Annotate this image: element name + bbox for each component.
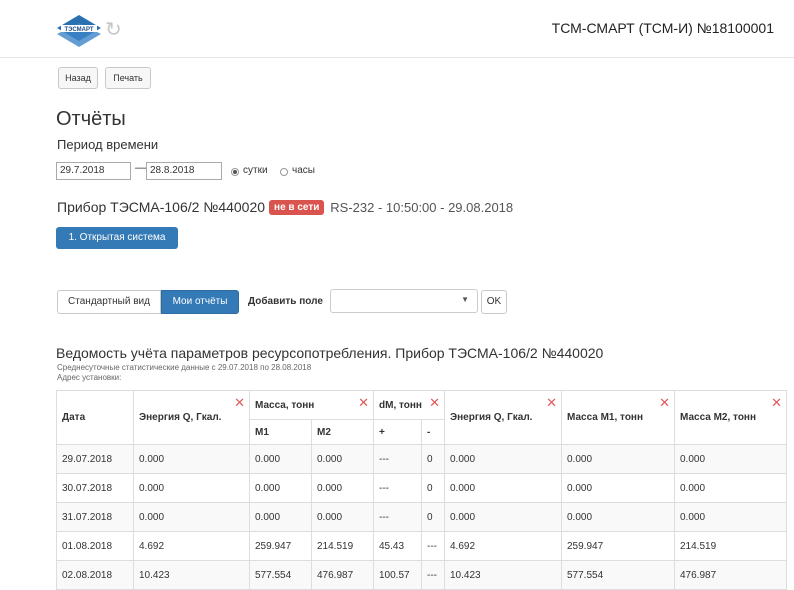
report-address: Адрес установки:: [57, 373, 122, 382]
table-cell: ---: [373, 473, 422, 503]
remove-column-icon[interactable]: ✕: [429, 396, 440, 409]
subheader-m2: M2: [311, 419, 374, 445]
table-cell: 0.000: [561, 502, 675, 532]
table-cell: 10.423: [133, 560, 250, 590]
col-header-mass-m1: Масса М1, тонн ✕: [561, 390, 675, 445]
table-cell: 214.519: [311, 531, 374, 561]
table-cell: 0.000: [444, 502, 562, 532]
header-divider: [0, 57, 794, 58]
table-cell: 0.000: [249, 473, 312, 503]
table-cell: 0.000: [444, 444, 562, 474]
ok-button[interactable]: OK: [481, 290, 507, 314]
remove-column-icon[interactable]: ✕: [546, 396, 557, 409]
remove-column-icon[interactable]: ✕: [771, 396, 782, 409]
date-to-input[interactable]: 28.8.2018: [146, 162, 222, 180]
open-system-button[interactable]: 1. Открытая система: [56, 227, 178, 249]
device-name: Прибор ТЭСМА-106/2 №440020: [57, 199, 266, 215]
table-cell: 577.554: [249, 560, 312, 590]
table-cell: ---: [373, 502, 422, 532]
table-row: 29.07.2018 0.000 0.000 0.000 --- 0 0.000 0.000 0…: [56, 444, 787, 474]
table-row: 01.08.2018 4.692 259.947 214.519 45.43 --- 4.6…: [56, 531, 787, 561]
col-header-date: Дата: [56, 390, 134, 445]
logo-text: ТЭСМАРТ: [64, 27, 93, 33]
table-cell: 0.000: [674, 444, 787, 474]
radio-day-label: сутки: [243, 165, 268, 176]
table-row: 30.07.2018 0.000 0.000 0.000 --- 0 0.000 0.000 0…: [56, 473, 787, 503]
table-cell: 0.000: [249, 502, 312, 532]
table-cell: 476.987: [311, 560, 374, 590]
table-cell: 0: [421, 502, 445, 532]
table-cell: 0.000: [311, 444, 374, 474]
table-cell: 0.000: [311, 473, 374, 503]
table-cell: 29.07.2018: [56, 444, 134, 474]
table-cell: 0.000: [444, 473, 562, 503]
table-cell: 0.000: [133, 473, 250, 503]
col-header-dm: dM, тонн ✕: [373, 390, 445, 420]
table-cell: 0.000: [133, 502, 250, 532]
table-cell: ---: [421, 560, 445, 590]
add-field-label: Добавить поле: [248, 296, 323, 307]
table-cell: 02.08.2018: [56, 560, 134, 590]
table-cell: 0: [421, 473, 445, 503]
col-header-mass-m2: Масса М2, тонн ✕: [674, 390, 787, 445]
connection-info: RS-232 - 10:50:00 - 29.08.2018: [330, 200, 514, 215]
table-cell: ---: [373, 444, 422, 474]
logo: ТЭСМАРТ: [55, 14, 103, 48]
table-cell: 259.947: [249, 531, 312, 561]
table-cell: 01.08.2018: [56, 531, 134, 561]
subheader-plus: +: [373, 419, 422, 445]
table-cell: 100.57: [373, 560, 422, 590]
my-reports-button[interactable]: Мои отчёты: [161, 290, 239, 314]
table-cell: 0.000: [674, 502, 787, 532]
table-cell: 31.07.2018: [56, 502, 134, 532]
add-field-select[interactable]: ▼: [330, 289, 478, 313]
table-cell: 0.000: [561, 473, 675, 503]
table-cell: 10.423: [444, 560, 562, 590]
radio-hour-label: часы: [292, 165, 315, 176]
status-badge: не в сети: [269, 200, 325, 215]
table-cell: 0: [421, 444, 445, 474]
remove-column-icon[interactable]: ✕: [659, 396, 670, 409]
period-label: Период времени: [57, 137, 159, 152]
table-body: 29.07.2018 0.000 0.000 0.000 --- 0 0.000 0.000 0…: [56, 444, 787, 590]
subheader-minus: -: [421, 419, 445, 445]
standard-view-button[interactable]: Стандартный вид: [57, 290, 161, 314]
refresh-icon[interactable]: ↻: [105, 19, 127, 41]
table-cell: 0.000: [561, 444, 675, 474]
report-table: Дата Энергия Q, Гкал. ✕ Масса, тонн ✕ dM, …: [56, 390, 787, 590]
table-cell: 0.000: [674, 473, 787, 503]
back-button[interactable]: Назад: [58, 67, 98, 89]
radio-day[interactable]: [231, 168, 239, 176]
table-cell: 259.947: [561, 531, 675, 561]
table-cell: 0.000: [133, 444, 250, 474]
report-subtitle: Среднесуточные статистические данные с 2…: [57, 363, 312, 372]
radio-hour[interactable]: [280, 168, 288, 176]
device-line: Прибор ТЭСМА-106/2 №440020 не в сети RS-2…: [57, 199, 513, 215]
date-from-input[interactable]: 29.7.2018: [56, 162, 131, 180]
table-cell: 45.43: [373, 531, 422, 561]
subheader-m1: M1: [249, 419, 312, 445]
table-cell: 0.000: [311, 502, 374, 532]
table-cell: 30.07.2018: [56, 473, 134, 503]
device-title: ТСМ-СМАРТ (ТСМ-И) №18100001: [551, 20, 774, 36]
table-cell: ---: [421, 531, 445, 561]
table-cell: 4.692: [444, 531, 562, 561]
col-header-energy-2: Энергия Q, Гкал. ✕: [444, 390, 562, 445]
table-cell: 214.519: [674, 531, 787, 561]
table-cell: 577.554: [561, 560, 675, 590]
table-cell: 476.987: [674, 560, 787, 590]
table-cell: 0.000: [249, 444, 312, 474]
table-cell: 4.692: [133, 531, 250, 561]
chevron-down-icon: ▼: [461, 295, 469, 304]
remove-column-icon[interactable]: ✕: [358, 396, 369, 409]
page-title: Отчёты: [56, 108, 126, 130]
report-title: Ведомость учёта параметров ресурсопотреб…: [56, 345, 604, 361]
col-header-energy: Энергия Q, Гкал. ✕: [133, 390, 250, 445]
table-row: 31.07.2018 0.000 0.000 0.000 --- 0 0.000 0.000 0…: [56, 502, 787, 532]
table-row: 02.08.2018 10.423 577.554 476.987 100.57 --- 1…: [56, 560, 787, 590]
print-button[interactable]: Печать: [105, 67, 151, 89]
date-range-dash: —: [135, 162, 146, 174]
col-header-mass: Масса, тонн ✕: [249, 390, 374, 420]
remove-column-icon[interactable]: ✕: [234, 396, 245, 409]
